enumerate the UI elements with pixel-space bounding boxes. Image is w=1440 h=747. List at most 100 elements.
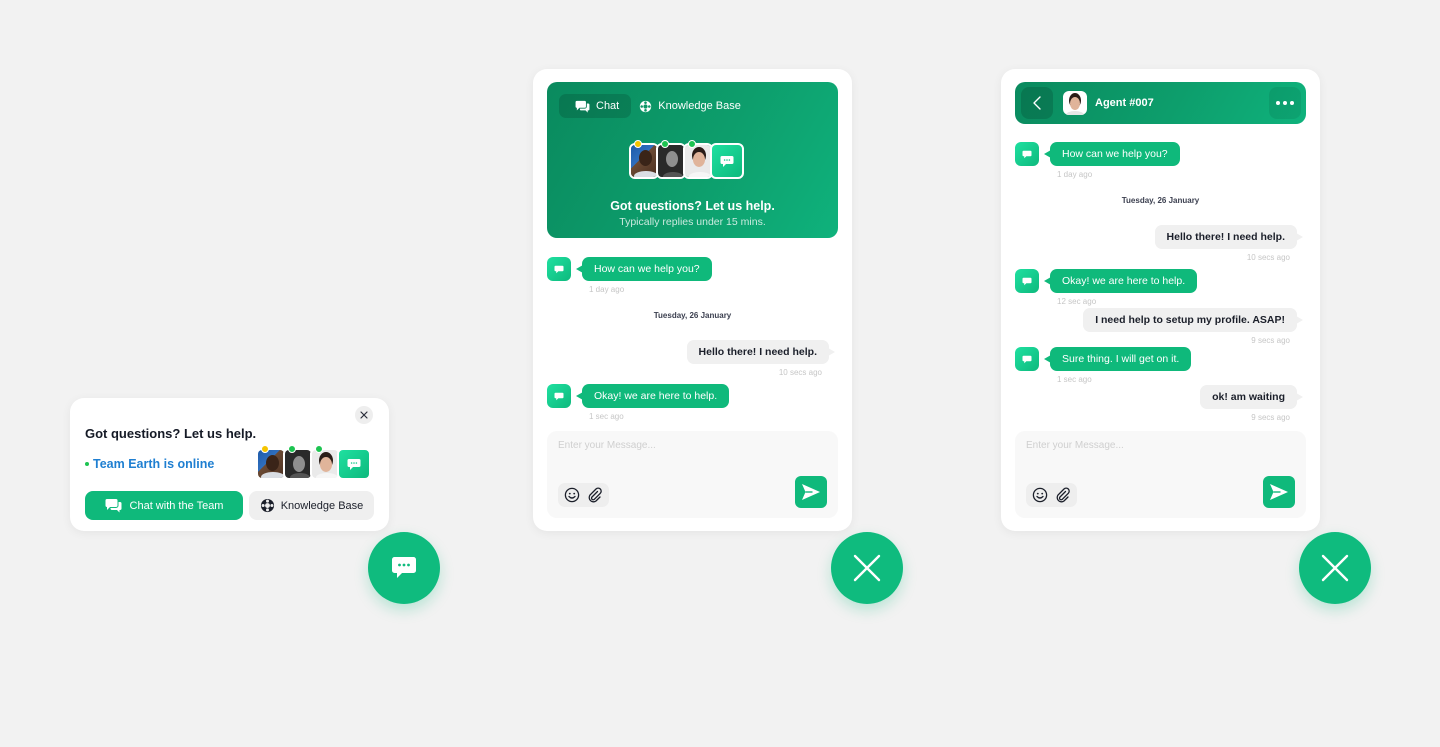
bot-avatar bbox=[710, 143, 744, 179]
knowledge-base-button[interactable]: Knowledge Base bbox=[249, 491, 374, 520]
attach-button[interactable] bbox=[1055, 487, 1071, 503]
close-icon bbox=[1321, 554, 1349, 582]
message-bubble: How can we help you? bbox=[1044, 142, 1180, 166]
agent-avatars bbox=[629, 140, 744, 179]
message-composer bbox=[1015, 431, 1306, 518]
message-time: 12 sec ago bbox=[1057, 297, 1097, 306]
prompt-title: Got questions? Let us help. bbox=[85, 426, 257, 441]
online-status: Team Earth is online bbox=[85, 457, 214, 471]
emoji-button[interactable] bbox=[1032, 487, 1048, 503]
open-chat-fab[interactable] bbox=[368, 532, 440, 604]
message-bubble: Hello there! I need help. bbox=[686, 340, 836, 364]
more-options-button[interactable] bbox=[1269, 87, 1301, 119]
emoji-icon bbox=[565, 487, 580, 503]
close-icon bbox=[853, 554, 881, 582]
avatar bbox=[683, 140, 713, 179]
message-time: 9 secs ago bbox=[1251, 413, 1290, 422]
close-button[interactable] bbox=[355, 406, 373, 424]
chat-bubble-icon bbox=[554, 392, 564, 400]
chat-bubbles-icon bbox=[105, 499, 122, 513]
lifebuoy-icon bbox=[260, 498, 274, 513]
knowledge-base-label: Knowledge Base bbox=[280, 499, 364, 512]
attach-button[interactable] bbox=[587, 487, 603, 503]
agent-chat-window: Agent #007 How can we help you? 1 day ag… bbox=[1001, 69, 1320, 531]
emoji-button[interactable] bbox=[564, 487, 580, 503]
avatar bbox=[283, 445, 313, 480]
message-bubble: Okay! we are here to help. bbox=[575, 384, 730, 408]
tab-knowledge-base[interactable]: Knowledge Base bbox=[637, 94, 753, 118]
chat-with-team-label: Chat with the Team bbox=[129, 499, 224, 512]
chevron-left-icon bbox=[1033, 96, 1041, 110]
agent-avatar bbox=[1063, 91, 1087, 115]
online-dot-icon bbox=[85, 462, 89, 466]
composer-tools bbox=[558, 483, 609, 507]
hero-subtitle: Typically replies under 15 mins. bbox=[619, 216, 766, 228]
lifebuoy-icon bbox=[640, 100, 652, 112]
tab-chat[interactable]: Chat bbox=[559, 94, 632, 118]
paperclip-icon bbox=[1056, 487, 1070, 503]
status-online-icon bbox=[688, 140, 696, 148]
tab-bar: Chat Knowledge Base bbox=[559, 94, 753, 118]
message-time: 1 sec ago bbox=[1057, 375, 1092, 384]
message-time: 10 secs ago bbox=[778, 368, 822, 377]
bot-avatar bbox=[337, 448, 371, 480]
hero-title: Got questions? Let us help. bbox=[610, 199, 775, 213]
agent-avatars bbox=[256, 445, 371, 480]
close-chat-fab[interactable] bbox=[1299, 532, 1371, 604]
avatar bbox=[656, 140, 686, 179]
chat-bubble-icon bbox=[1022, 150, 1032, 158]
conversation-header: Agent #007 bbox=[1015, 82, 1306, 124]
paperclip-icon bbox=[588, 487, 602, 503]
message-bubble: Sure thing. I will get on it. bbox=[1043, 347, 1192, 371]
online-status-text: Team Earth is online bbox=[93, 457, 215, 471]
chat-prompt-card: Got questions? Let us help. Team Earth i… bbox=[70, 398, 389, 531]
avatar bbox=[256, 445, 286, 480]
chat-bubble-icon bbox=[347, 458, 361, 470]
agent-name: Agent #007 bbox=[1095, 97, 1154, 109]
tab-chat-label: Chat bbox=[596, 100, 620, 112]
send-icon bbox=[1270, 484, 1288, 500]
message-time: 10 secs ago bbox=[1246, 253, 1290, 262]
date-separator: Tuesday, 26 January bbox=[653, 311, 732, 320]
message-composer bbox=[547, 431, 838, 518]
bot-avatar bbox=[1015, 142, 1039, 166]
chat-bubble-icon bbox=[554, 265, 564, 273]
chat-bubble-icon bbox=[720, 155, 734, 167]
composer-tools bbox=[1026, 483, 1077, 507]
message-bubble: Hello there! I need help. bbox=[1154, 225, 1304, 249]
message-input[interactable] bbox=[1026, 440, 1286, 451]
more-horizontal-icon bbox=[1276, 101, 1280, 105]
status-online-icon bbox=[288, 445, 296, 453]
avatar bbox=[310, 445, 340, 480]
message-input[interactable] bbox=[558, 440, 818, 451]
status-online-icon bbox=[315, 445, 323, 453]
message-time: 1 sec ago bbox=[589, 412, 624, 421]
status-away-icon bbox=[261, 445, 269, 453]
chat-bubble-icon bbox=[1022, 355, 1032, 363]
close-icon bbox=[360, 411, 368, 419]
send-button[interactable] bbox=[1263, 476, 1295, 508]
bot-avatar bbox=[1015, 347, 1039, 371]
message-bubble: Okay! we are here to help. bbox=[1043, 269, 1198, 293]
message-bubble: How can we help you? bbox=[576, 257, 712, 281]
status-online-icon bbox=[661, 140, 669, 148]
status-away-icon bbox=[634, 140, 642, 148]
chat-bubble-icon bbox=[392, 557, 416, 578]
chat-with-team-button[interactable]: Chat with the Team bbox=[85, 491, 243, 520]
chat-hero: Chat Knowledge Base Got questions? Let u… bbox=[547, 82, 838, 238]
avatar bbox=[629, 140, 659, 179]
chat-bubble-icon bbox=[1022, 277, 1032, 285]
message-time: 1 day ago bbox=[589, 285, 625, 294]
date-separator: Tuesday, 26 January bbox=[1121, 196, 1200, 205]
close-chat-fab[interactable] bbox=[831, 532, 903, 604]
message-time: 9 secs ago bbox=[1251, 336, 1290, 345]
message-time: 1 day ago bbox=[1057, 170, 1093, 179]
emoji-icon bbox=[1033, 487, 1048, 503]
send-button[interactable] bbox=[795, 476, 827, 508]
tab-knowledge-base-label: Knowledge Base bbox=[658, 100, 741, 112]
back-button[interactable] bbox=[1021, 87, 1053, 119]
bot-avatar bbox=[1015, 269, 1039, 293]
bot-avatar bbox=[547, 257, 571, 281]
chat-bubbles-icon bbox=[575, 100, 590, 113]
send-icon bbox=[802, 484, 820, 500]
